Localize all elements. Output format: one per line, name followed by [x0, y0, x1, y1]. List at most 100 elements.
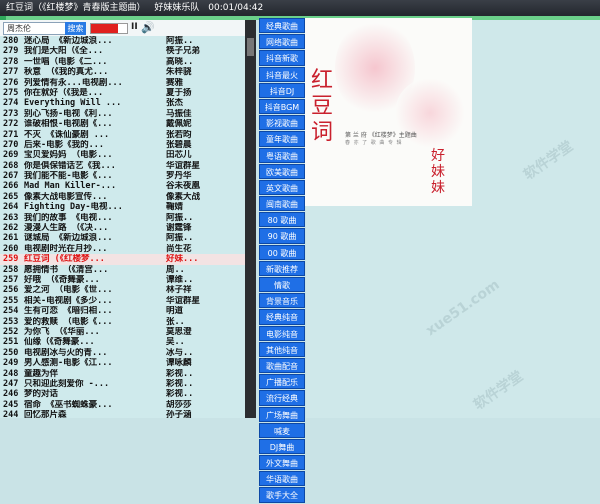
- row-num: 253: [3, 316, 19, 327]
- playlist-row[interactable]: 255 相关-电视剧《多少... 华谊群星: [0, 296, 245, 306]
- playlist-row[interactable]: 254 生有可恋 《暗归相... 明道: [0, 306, 245, 316]
- row-num: 259: [3, 254, 19, 265]
- scrollbar-thumb[interactable]: [247, 38, 254, 56]
- category-button[interactable]: 影视歌曲: [259, 115, 305, 131]
- playlist-row[interactable]: 273 别心飞扬-电视《利... 马振佳: [0, 109, 245, 119]
- category-button[interactable]: 英文歌曲: [259, 179, 305, 196]
- row-artist: 张..: [166, 316, 185, 327]
- category-button[interactable]: 闽南歌曲: [259, 196, 305, 212]
- playlist-row[interactable]: 276 列爱情有永...电视剧... 赛雅: [0, 78, 245, 88]
- category-button[interactable]: 广场舞曲: [259, 406, 305, 422]
- playlist-row[interactable]: 257 好哦 （《奇舞豪... 谭维..: [0, 275, 245, 285]
- volume-slider[interactable]: [90, 23, 128, 34]
- row-title: 谁破相恨-电视剧《...: [24, 119, 113, 130]
- category-button[interactable]: 90 歌曲: [259, 228, 305, 244]
- playlist-row[interactable]: 272 谁破相恨-电视剧《... 戴佩妮: [0, 119, 245, 129]
- category-button[interactable]: 经典纯音: [259, 309, 305, 325]
- playlist-row[interactable]: 270 后来-电影《我的... 张碧晨: [0, 140, 245, 150]
- row-title: 你在就好（《我是...: [24, 87, 104, 98]
- row-title: 童趣为伴: [24, 368, 59, 379]
- playlist-row[interactable]: 253 爱的救赎 （电影《... 张..: [0, 317, 245, 327]
- playlist-row[interactable]: 252 为你飞 （《华丽... 莫思澄: [0, 327, 245, 337]
- playlist-row[interactable]: 274 Everything Will ... 张杰: [0, 98, 245, 108]
- category-button[interactable]: 抖音BGM: [259, 98, 305, 115]
- row-title: 男人感测-电影《江...: [24, 358, 113, 369]
- playlist-row[interactable]: 256 爱之河 （电影《世... 林子祥: [0, 285, 245, 295]
- category-button[interactable]: 童年歌曲: [259, 131, 305, 147]
- row-num: 273: [3, 108, 19, 119]
- row-title: 回忆那片森: [24, 410, 67, 418]
- row-num: 275: [3, 87, 19, 98]
- playlist-row[interactable]: 259 红豆词 (《红楼梦... 好妹...: [0, 254, 245, 265]
- playlist-row[interactable]: 245 宿命 《巫书蜘蛛豪... 胡莎莎: [0, 400, 245, 410]
- playlist-row[interactable]: 271 不灭 《诛仙豪剧 ... 张若昀: [0, 130, 245, 140]
- playlist-row[interactable]: 266 Mad Man Killer-... 谷未夜凰: [0, 181, 245, 191]
- category-button[interactable]: 80 歌曲: [259, 212, 305, 228]
- row-title: 爱之河 （电影《世...: [24, 285, 113, 296]
- pause-icon[interactable]: II: [131, 22, 138, 32]
- playlist-row[interactable]: 279 我们是大阳（《全... 筷子兄弟: [0, 46, 245, 56]
- category-button[interactable]: 歌曲配音: [259, 357, 305, 374]
- playlist-row[interactable]: 248 童趣为伴 彩视..: [0, 369, 245, 379]
- category-button[interactable]: 粤语歌曲: [259, 147, 305, 163]
- category-button[interactable]: 广播配乐: [259, 374, 305, 390]
- playlist-row[interactable]: 278 一世唱（电影《二... 高晓..: [0, 57, 245, 67]
- row-artist: 谭维..: [166, 274, 194, 285]
- category-button[interactable]: 欧美歌曲: [259, 163, 305, 179]
- row-title: 谜城局 《新边城浪...: [24, 233, 113, 244]
- row-num: 260: [3, 243, 19, 254]
- playlist-row[interactable]: 258 愿拥情书 （《清宫... 周..: [0, 265, 245, 275]
- category-button[interactable]: 其他纯音: [259, 341, 305, 357]
- row-title: 愿拥情书 （《清宫...: [24, 264, 109, 275]
- playlist-scrollbar[interactable]: [245, 20, 256, 418]
- playlist-row[interactable]: 269 宝贝爱妈妈 （电影... 田芯儿: [0, 150, 245, 160]
- category-button[interactable]: 新歌推荐: [259, 260, 305, 276]
- category-button[interactable]: 华语歌曲: [259, 471, 305, 487]
- playlist-row[interactable]: 275 你在就好（《我是... 夏于扬: [0, 88, 245, 98]
- row-artist: 胡莎莎: [166, 399, 192, 410]
- category-button[interactable]: 背景音乐: [259, 293, 305, 309]
- row-title: Mad Man Killer-...: [24, 181, 117, 192]
- playlist-row[interactable]: 247 只和迎此刻爱你 -... 彩视..: [0, 379, 245, 389]
- category-button[interactable]: DJ舞曲: [259, 438, 305, 455]
- row-artist: 谷未夜凰: [166, 181, 201, 192]
- playlist-row[interactable]: 251 仙缘（《奇舞豪... 吴..: [0, 337, 245, 347]
- playlist-row[interactable]: 246 梦的对话 彩视..: [0, 389, 245, 399]
- category-button[interactable]: 歌手大全: [259, 487, 305, 503]
- row-artist: 谢霆锋: [166, 223, 192, 234]
- playlist-row[interactable]: 244 回忆那片森 孙子涵: [0, 410, 245, 418]
- search-button[interactable]: 搜索: [65, 22, 86, 35]
- playlist-row[interactable]: 265 像素大战电影宣传... 像素大战: [0, 192, 245, 202]
- window-song-title: 红豆词（《红楼梦》青春版主题曲）: [6, 3, 146, 13]
- category-button[interactable]: 抖音最火: [259, 66, 305, 82]
- playlist-row[interactable]: 249 男人感测-电影《江... 谭咏麟: [0, 358, 245, 368]
- row-title: 爱的救赎 （电影《...: [24, 316, 113, 327]
- row-num: 246: [3, 389, 19, 400]
- category-button[interactable]: 网络歌曲: [259, 34, 305, 50]
- row-artist: 张杰: [166, 98, 184, 109]
- playlist-row[interactable]: 262 漫漫人生路 （《决... 谢霆锋: [0, 223, 245, 233]
- playlist-row[interactable]: 268 你是俱保错话艺《我... 华谊群星: [0, 161, 245, 171]
- category-button[interactable]: 抖音DJ: [259, 82, 305, 98]
- speaker-icon[interactable]: 🔊: [141, 21, 155, 34]
- playlist-row[interactable]: 277 秋意 （《我的真尤... 朱梓骁: [0, 67, 245, 77]
- category-button[interactable]: 00 歌曲: [259, 244, 305, 260]
- playlist-row[interactable]: 280 迷心局 《新边城浪... 阿振..: [0, 36, 245, 46]
- playlist-row[interactable]: 264 Fighting Day-电视... 鞠婧: [0, 202, 245, 212]
- playlist-row[interactable]: 260 电视剧时光在月抄... 尚生花: [0, 244, 245, 254]
- playlist-row[interactable]: 261 谜城局 《新边城浪... 阿振..: [0, 233, 245, 243]
- playlist-row[interactable]: 250 电视剧冰与火的青... 冰与..: [0, 348, 245, 358]
- search-input[interactable]: 周杰伦: [3, 22, 69, 35]
- playlist-row[interactable]: 263 我们的故事 《电视... 阿振..: [0, 213, 245, 223]
- category-button[interactable]: 流行经典: [259, 390, 305, 406]
- category-button[interactable]: 情歌: [259, 277, 305, 293]
- category-button[interactable]: 抖音新歌: [259, 50, 305, 66]
- row-num: 271: [3, 129, 19, 140]
- playlist-row[interactable]: 267 我们能不能-电影《... 罗丹华: [0, 171, 245, 181]
- category-button[interactable]: 电影纯音: [259, 325, 305, 341]
- category-button[interactable]: 喊麦: [259, 422, 305, 438]
- row-num: 244: [3, 410, 19, 418]
- row-artist: 田芯儿: [166, 150, 192, 161]
- category-button[interactable]: 外文舞曲: [259, 455, 305, 471]
- category-button[interactable]: 经典歌曲: [259, 18, 305, 34]
